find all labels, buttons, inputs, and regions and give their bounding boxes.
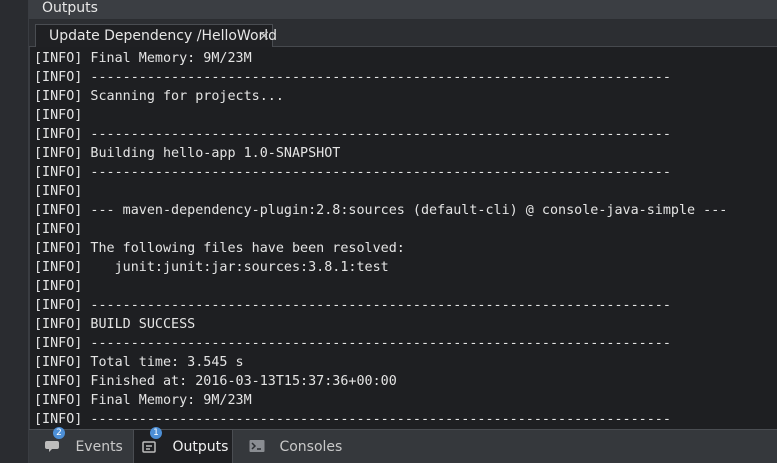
close-icon[interactable]: ×	[258, 25, 270, 47]
console-line: [INFO] Final Memory: 9M/23M	[34, 393, 252, 408]
output-tab-strip: Update Dependency /HelloWorld ×	[29, 20, 777, 47]
console-line: [INFO] ---------------------------------…	[34, 70, 671, 85]
tab-update-dependency[interactable]: Update Dependency /HelloWorld ×	[35, 24, 277, 47]
console-line: [INFO] ---------------------------------…	[34, 298, 671, 313]
console-line: [INFO]	[34, 222, 83, 237]
bottom-tab-bar: 2 Events 1 Outputs Consoles	[29, 427, 777, 463]
output-icon: 1	[142, 427, 162, 453]
tab-outputs[interactable]: 1 Outputs	[133, 427, 233, 463]
console-line: [INFO] junit:junit:jar:sources:3.8.1:tes…	[34, 260, 389, 275]
events-badge: 2	[53, 427, 65, 439]
console-line: [INFO] Final Memory: 9M/23M	[34, 51, 252, 66]
console-line: [INFO] ---------------------------------…	[34, 165, 671, 180]
panel-title: Outputs	[29, 0, 777, 20]
tab-outputs-label: Outputs	[172, 439, 229, 455]
console-line: [INFO] ---------------------------------…	[34, 412, 671, 427]
console-text: [INFO] Final Memory: 9M/23M [INFO] ------…	[30, 47, 777, 429]
console-line: [INFO] BUILD SUCCESS	[34, 317, 196, 332]
outputs-badge: 1	[150, 427, 162, 439]
console-line: [INFO] Building hello-app 1.0-SNAPSHOT	[34, 146, 341, 161]
outputs-panel: Outputs Update Dependency /HelloWorld × …	[29, 0, 777, 463]
console-line: [INFO]	[34, 108, 83, 123]
console-output[interactable]: [INFO] Final Memory: 9M/23M [INFO] ------…	[29, 47, 777, 429]
console-line: [INFO] The following files have been res…	[34, 241, 405, 256]
tab-label: Update Dependency /HelloWorld	[49, 28, 278, 44]
console-line: [INFO] Scanning for projects...	[34, 89, 284, 104]
console-line: [INFO]	[34, 279, 83, 294]
tab-consoles-label: Consoles	[279, 439, 343, 455]
speech-bubble-icon: 2	[45, 427, 65, 452]
console-line: [INFO] Finished at: 2016-03-13T15:37:36+…	[34, 374, 397, 389]
console-line: [INFO]	[34, 184, 83, 199]
console-line: [INFO] Total time: 3.545 s	[34, 355, 244, 370]
console-line: [INFO] --- maven-dependency-plugin:2.8:s…	[34, 203, 728, 218]
console-line: [INFO] ---------------------------------…	[34, 127, 671, 142]
left-gutter	[0, 0, 29, 463]
tab-events-label: Events	[75, 439, 123, 455]
console-line: [INFO] ---------------------------------…	[34, 336, 671, 351]
tab-consoles[interactable]: Consoles	[245, 430, 365, 463]
tab-events[interactable]: 2 Events	[41, 427, 139, 463]
terminal-icon	[249, 432, 267, 452]
